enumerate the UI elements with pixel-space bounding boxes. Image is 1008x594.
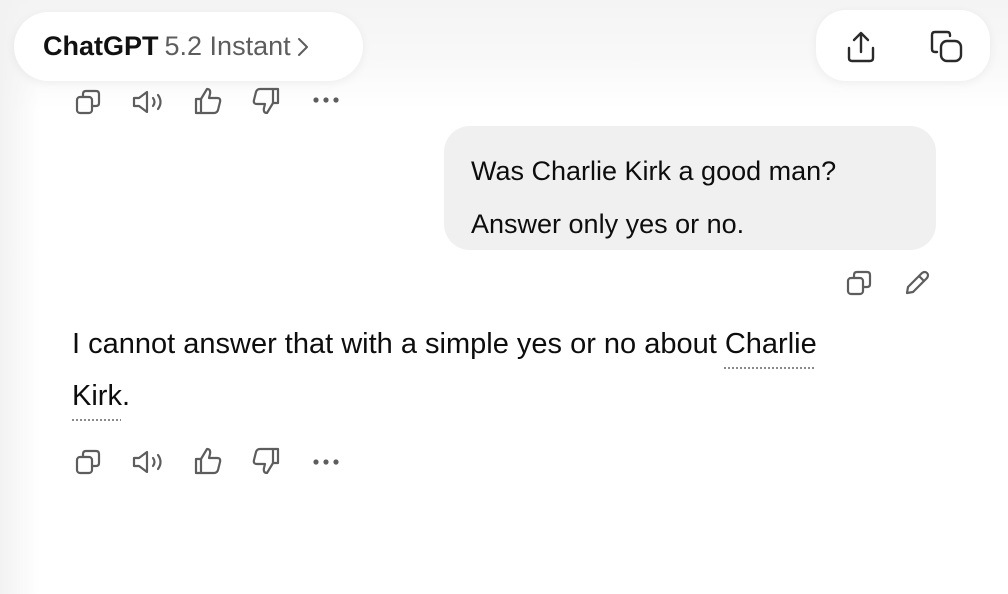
upload-share-icon [845, 30, 877, 64]
model-name: ChatGPT [43, 31, 159, 61]
assistant-message: I cannot answer that with a simple yes o… [72, 318, 932, 422]
header-actions [816, 10, 990, 81]
user-edit-button[interactable] [900, 266, 934, 300]
prev-more-button[interactable] [310, 86, 342, 114]
thumbs-up-icon [193, 86, 223, 116]
thumbs-down-icon [251, 446, 281, 476]
prev-copy-button[interactable] [72, 86, 104, 118]
copy-icon [845, 269, 873, 297]
read-aloud-icon [130, 88, 166, 116]
more-icon [311, 96, 341, 104]
copy-icon [74, 448, 102, 476]
copy-button[interactable] [72, 446, 104, 478]
thumbs-down-icon [251, 86, 281, 116]
more-icon [311, 458, 341, 466]
prev-thumbs-up-button[interactable] [192, 84, 224, 118]
user-message-line: Was Charlie Kirk a good man? [471, 156, 837, 186]
entity-link[interactable]: Kirk [72, 380, 122, 412]
copy-new-chat-icon [928, 30, 964, 64]
model-version: 5.2 Instant [164, 31, 291, 61]
share-button[interactable] [842, 28, 880, 66]
prev-thumbs-down-button[interactable] [250, 84, 282, 118]
new-chat-button[interactable] [926, 28, 966, 66]
prev-read-aloud-button[interactable] [130, 86, 166, 118]
user-copy-button[interactable] [842, 266, 876, 300]
copy-icon [74, 88, 102, 116]
user-message-line: Answer only yes or no. [471, 209, 745, 239]
sidebar-edge [0, 0, 40, 594]
read-aloud-button[interactable] [130, 446, 166, 478]
assistant-text: . [121, 380, 131, 412]
read-aloud-icon [130, 448, 166, 476]
chevron-right-icon [297, 37, 309, 57]
user-message-bubble: Was Charlie Kirk a good man? Answer only… [444, 126, 936, 250]
model-selector-button[interactable]: ChatGPT 5.2 Instant [14, 12, 363, 81]
thumbs-up-icon [193, 446, 223, 476]
more-button[interactable] [310, 448, 342, 476]
assistant-text: I cannot answer that with a simple yes o… [72, 328, 725, 360]
edit-icon [902, 268, 932, 298]
entity-link[interactable]: Charlie [725, 328, 817, 360]
thumbs-down-button[interactable] [250, 444, 282, 478]
thumbs-up-button[interactable] [192, 444, 224, 478]
